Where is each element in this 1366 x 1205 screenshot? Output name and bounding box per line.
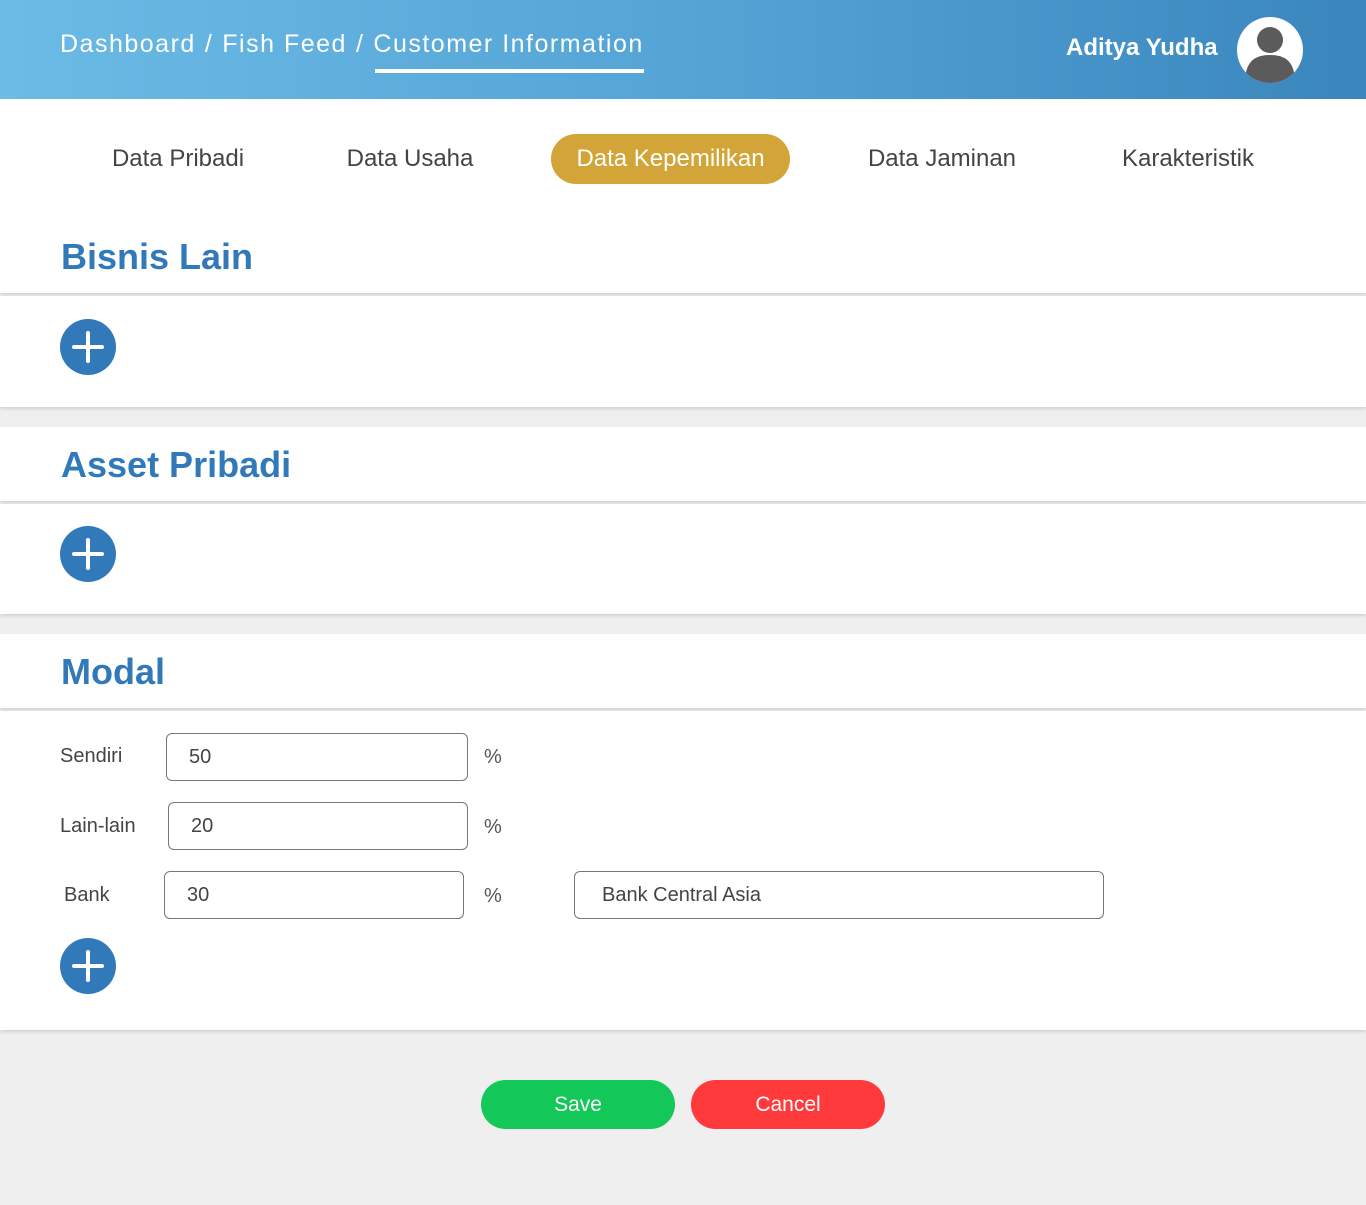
tab-data-jaminan[interactable]: Data Jaminan — [842, 134, 1042, 184]
section-title-asset-pribadi: Asset Pribadi — [61, 444, 292, 485]
sendiri-input[interactable]: 50 — [166, 733, 468, 781]
section-header-bisnis-lain: Bisnis Lain — [0, 212, 1366, 293]
breadcrumb: Dashboard / Fish Feed / Customer Informa… — [60, 30, 645, 73]
tab-data-pribadi[interactable]: Data Pribadi — [88, 134, 268, 184]
tab-karakteristik[interactable]: Karakteristik — [1098, 134, 1278, 184]
cancel-button[interactable]: Cancel — [691, 1080, 885, 1129]
section-title-modal: Modal — [61, 651, 165, 692]
percent-unit: % — [484, 885, 502, 907]
section-body-asset-pribadi — [0, 504, 1366, 614]
bank-name-input[interactable]: Bank Central Asia — [574, 871, 1104, 919]
section-body-modal: Sendiri 50 % Lain-lain 20 % Bank 30 % Ba… — [0, 711, 1366, 1030]
section-header-modal: Modal — [0, 634, 1366, 708]
breadcrumb-customer-information[interactable]: Customer Information — [373, 30, 645, 73]
breadcrumb-fish-feed[interactable]: Fish Feed — [222, 30, 347, 59]
add-bisnis-lain-button[interactable] — [60, 319, 116, 375]
plus-icon — [72, 950, 104, 982]
user-avatar-icon — [1245, 27, 1295, 83]
field-label-lain-lain: Lain-lain — [60, 815, 136, 837]
add-asset-pribadi-button[interactable] — [60, 526, 116, 582]
add-modal-button[interactable] — [60, 938, 116, 994]
plus-icon — [72, 331, 104, 363]
percent-unit: % — [484, 816, 502, 838]
section-header-asset-pribadi: Asset Pribadi — [0, 427, 1366, 501]
plus-icon — [72, 538, 104, 570]
tab-data-usaha[interactable]: Data Usaha — [325, 134, 495, 184]
field-label-bank: Bank — [64, 884, 110, 906]
breadcrumb-dashboard[interactable]: Dashboard — [60, 30, 196, 59]
breadcrumb-separator: / — [204, 30, 214, 58]
section-body-bisnis-lain — [0, 296, 1366, 407]
percent-unit: % — [484, 746, 502, 768]
header-bar: Dashboard / Fish Feed / Customer Informa… — [0, 0, 1366, 99]
tabs-bar: Data Pribadi Data Usaha Data Kepemilikan… — [0, 99, 1366, 212]
user-name: Aditya Yudha — [1066, 34, 1218, 61]
save-button[interactable]: Save — [481, 1080, 675, 1129]
user-avatar[interactable] — [1237, 17, 1303, 83]
lain-lain-input[interactable]: 20 — [168, 802, 468, 850]
breadcrumb-separator: / — [355, 30, 365, 58]
field-label-sendiri: Sendiri — [60, 745, 123, 767]
bank-input[interactable]: 30 — [164, 871, 464, 919]
tab-data-kepemilikan[interactable]: Data Kepemilikan — [551, 134, 790, 184]
section-title-bisnis-lain: Bisnis Lain — [61, 236, 254, 277]
